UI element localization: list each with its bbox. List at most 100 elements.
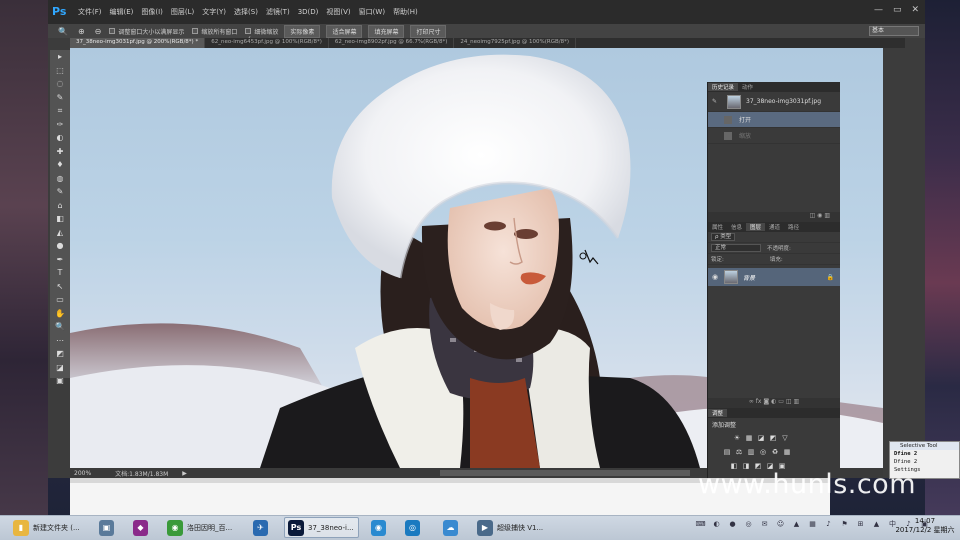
magnifier-icon[interactable]: 🔍	[58, 27, 68, 36]
pen-tool-icon[interactable]: ✒	[50, 253, 70, 267]
taskbar-item-10[interactable]: ▶ 超级捕快 V1...	[474, 517, 554, 538]
menu-type[interactable]: 文字(Y)	[198, 7, 230, 17]
crop-tool-icon[interactable]: ⌗	[50, 104, 70, 118]
tray-icon-7[interactable]: ▦	[807, 519, 818, 530]
shape-tool-icon[interactable]: ▭	[50, 293, 70, 307]
sponge-tool-icon[interactable]: ●	[50, 239, 70, 253]
stamp-tool-icon[interactable]: ♦	[50, 158, 70, 172]
workspace-select[interactable]: 基本	[869, 26, 919, 36]
history-brush-tool-icon[interactable]: ◍	[50, 172, 70, 186]
tab-channels[interactable]: 通道	[765, 223, 784, 231]
blend-mode-select[interactable]: 正常	[711, 244, 761, 252]
tab-history[interactable]: 历史记录	[708, 83, 739, 91]
menu-file[interactable]: 文件(F)	[74, 7, 106, 17]
taskbar-item-7[interactable]: ◉	[368, 517, 390, 538]
zoom-all-windows-checkbox[interactable]	[192, 28, 199, 34]
blur-tool-icon[interactable]: ◧	[50, 212, 70, 226]
chat-icon[interactable]: ☺	[775, 519, 786, 530]
dfine-button[interactable]: Dfine 2	[890, 458, 959, 466]
actual-pixels-button[interactable]: 实际像素	[284, 24, 321, 38]
menu-help[interactable]: 帮助(H)	[389, 7, 422, 17]
folder-icon[interactable]: ▭	[778, 398, 784, 405]
delete-layer-icon[interactable]: ▥	[793, 398, 799, 405]
channel-mixer-icon[interactable]: ♻	[771, 448, 779, 456]
new-document-icon[interactable]: ◫	[810, 212, 816, 219]
tab-adjustments[interactable]: 调整	[708, 409, 728, 417]
fx-icon[interactable]: fx	[756, 398, 762, 405]
history-step-zoom[interactable]: 缩放	[708, 128, 840, 144]
brush-tool-icon[interactable]: ✚	[50, 145, 70, 159]
print-size-button[interactable]: 打印尺寸	[410, 24, 447, 38]
move-tool-icon[interactable]: ▸	[50, 50, 70, 64]
menu-3d[interactable]: 3D(D)	[294, 8, 323, 16]
hue-saturation-icon[interactable]: ▤	[723, 448, 731, 456]
eye-icon[interactable]: ◉	[712, 273, 722, 281]
sound-icon[interactable]: ♪	[823, 519, 834, 530]
new-layer-icon[interactable]: ◫	[786, 398, 792, 405]
menu-view[interactable]: 视图(V)	[322, 7, 354, 17]
tab-document-4[interactable]: 24_neoimg7925pf.jpg @ 100%(RGB/8*)	[454, 38, 576, 48]
type-tool-icon[interactable]: T	[50, 266, 70, 280]
horizontal-scrollbar[interactable]	[440, 470, 690, 476]
tab-properties[interactable]: 属性	[708, 223, 727, 231]
tab-layers[interactable]: 图层	[746, 223, 766, 231]
more-tools-icon[interactable]: ⋯	[50, 334, 70, 348]
menu-window[interactable]: 窗口(W)	[355, 7, 389, 17]
zoom-in-icon[interactable]: ⊕	[78, 27, 85, 36]
menu-image[interactable]: 图像(I)	[137, 7, 167, 17]
tray-icon-1[interactable]: ◐	[711, 519, 722, 530]
history-step-open[interactable]: 打开	[708, 112, 840, 128]
zoom-level[interactable]: 200%	[74, 470, 91, 477]
color-balance-icon[interactable]: ⚖	[735, 448, 743, 456]
camera-icon[interactable]: ◉	[817, 212, 822, 219]
fit-screen-button[interactable]: 适合屏幕	[326, 24, 363, 38]
curves-icon[interactable]: ◪	[757, 434, 765, 442]
taskbar-item-2[interactable]: ▣	[96, 517, 118, 538]
tray-icon-2[interactable]: ●	[727, 519, 738, 530]
close-button[interactable]: ✕	[911, 5, 919, 15]
trash-icon[interactable]: ▥	[824, 212, 830, 219]
taskbar-item-9[interactable]: ☁	[440, 517, 462, 538]
layer-background[interactable]: ◉ 背景 🔒	[708, 268, 840, 286]
history-snapshot[interactable]: ✎ 37_38neo-img3031pf.jpg	[708, 92, 840, 112]
menu-edit[interactable]: 编辑(E)	[106, 7, 138, 17]
layer-kind-select[interactable]: ρ 类型	[711, 233, 736, 241]
flag-icon[interactable]: ⚑	[839, 519, 850, 530]
tray-icon-3[interactable]: ◎	[743, 519, 754, 530]
eyedropper-tool-icon[interactable]: ✑	[50, 118, 70, 132]
status-menu-arrow-icon[interactable]: ▶	[182, 470, 187, 477]
scrubby-zoom-checkbox[interactable]	[245, 28, 252, 34]
brightness-icon[interactable]: ☀	[733, 434, 741, 442]
quick-mask-icon[interactable]: ◪	[50, 361, 70, 375]
fill-screen-button[interactable]: 填充屏幕	[368, 24, 405, 38]
tab-document-1[interactable]: 37_38neo-img3031pf.jpg @ 200%(RGB/8*) *	[70, 38, 206, 48]
selective-tool-title[interactable]: Selective Tool	[890, 442, 959, 450]
maximize-button[interactable]: ▭	[893, 5, 902, 15]
screen-mode-icon[interactable]: ▣	[50, 374, 70, 388]
menu-select[interactable]: 选择(S)	[230, 7, 262, 17]
menu-filter[interactable]: 滤镜(T)	[262, 7, 294, 17]
gradient-tool-icon[interactable]: ⌂	[50, 199, 70, 213]
taskbar-item-6[interactable]: Ps 37_38neo-i...	[284, 517, 359, 538]
vibrance-icon[interactable]: ▽	[781, 434, 789, 442]
lasso-tool-icon[interactable]: ◌	[50, 77, 70, 91]
show-hidden-icon[interactable]: ▲	[791, 519, 802, 530]
quick-select-tool-icon[interactable]: ✎	[50, 91, 70, 105]
arrow-up-icon[interactable]: ▲	[871, 519, 882, 530]
zoom-tool-icon[interactable]: 🔍	[50, 320, 70, 334]
path-select-tool-icon[interactable]: ↖	[50, 280, 70, 294]
tab-paths[interactable]: 路径	[784, 223, 803, 231]
tab-info[interactable]: 信息	[727, 223, 746, 231]
mail-icon[interactable]: ✉	[759, 519, 770, 530]
tab-document-3[interactable]: 62_neo-img8902pf.jpg @ 66.7%(RGB/8*)	[329, 38, 455, 48]
color-lookup-icon[interactable]: ▦	[783, 448, 791, 456]
levels-icon[interactable]: ▦	[745, 434, 753, 442]
adjustment-icon[interactable]: ◐	[771, 398, 776, 405]
eraser-tool-icon[interactable]: ✎	[50, 185, 70, 199]
tab-actions[interactable]: 动作	[738, 83, 757, 91]
healing-tool-icon[interactable]: ◐	[50, 131, 70, 145]
keyboard-icon[interactable]: ⌨	[695, 519, 706, 530]
clock[interactable]: 14:07 2017/12/2 星期六	[894, 517, 956, 535]
taskbar-item-8[interactable]: ◎	[402, 517, 424, 538]
minimize-button[interactable]: —	[874, 5, 883, 15]
